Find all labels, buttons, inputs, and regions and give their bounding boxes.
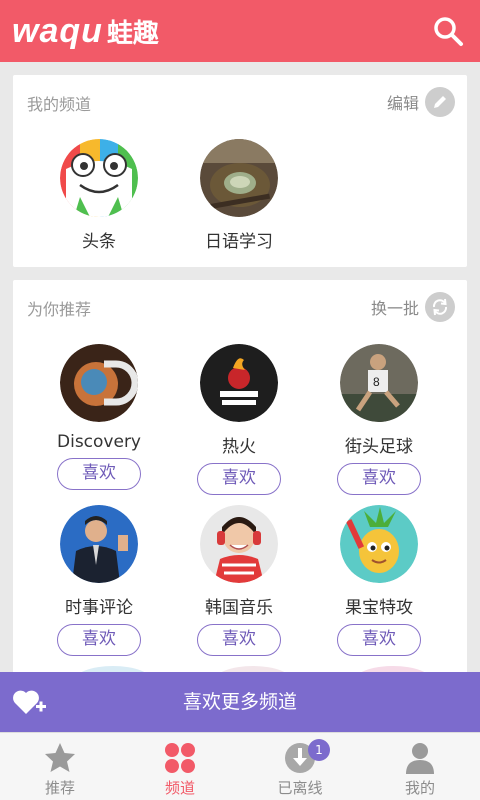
frog-logo-icon [60, 139, 138, 217]
miami-heat-logo-icon [200, 344, 278, 422]
refresh-icon [425, 292, 455, 322]
recommend-item[interactable]: 果宝特攻 喜欢 [309, 505, 449, 656]
channel-name: 街头足球 [345, 437, 413, 457]
top-bar: waqu 蛙趣 [0, 0, 480, 62]
nav-tab-recommend[interactable]: 推荐 [0, 733, 120, 800]
search-button[interactable] [432, 15, 464, 47]
star-icon [45, 743, 75, 772]
commentator-photo-icon [60, 505, 138, 583]
street-soccer-photo-icon: 8 [340, 344, 418, 422]
nav-tab-channels[interactable]: 频道 [120, 733, 240, 800]
channel-name: 韩国音乐 [205, 598, 273, 618]
recommend-item[interactable]: 热火 喜欢 [169, 344, 309, 495]
more-channels-label: 喜欢更多频道 [182, 691, 297, 713]
bottom-nav: 推荐 频道 1 已离线 我的 [0, 732, 480, 800]
search-icon [434, 17, 463, 46]
discovery-logo-icon [60, 344, 138, 422]
recommend-item[interactable]: 时事评论 喜欢 [29, 505, 169, 656]
person-icon [406, 743, 434, 774]
offline-count-badge: 1 [308, 739, 330, 761]
recommend-title: 为你推荐 [27, 300, 92, 319]
my-channels-title: 我的频道 [27, 95, 92, 114]
recommend-card: 为你推荐 换一批 Discovery 喜欢 热火 喜欢 8 街头足球 喜欢 时事… [13, 280, 467, 680]
more-channels-banner[interactable]: 喜欢更多频道 [0, 672, 480, 732]
channel-name: Discovery [57, 432, 141, 452]
channel-name: 果宝特攻 [345, 598, 413, 618]
recommend-item[interactable]: Discovery 喜欢 [29, 344, 169, 490]
channel-name: 头条 [82, 232, 116, 252]
like-button[interactable]: 喜欢 [57, 458, 141, 490]
nav-label: 频道 [164, 779, 195, 797]
nav-label: 已离线 [277, 779, 323, 797]
nav-label: 我的 [404, 779, 435, 797]
refresh-button[interactable]: 换一批 [371, 292, 455, 322]
channel-name: 时事评论 [65, 598, 133, 618]
refresh-label: 换一批 [370, 299, 419, 318]
edit-label: 编辑 [386, 94, 419, 113]
like-button[interactable]: 喜欢 [197, 463, 281, 495]
svg-text:8: 8 [373, 375, 380, 389]
nav-label: 推荐 [44, 779, 75, 797]
nav-tab-offline[interactable]: 1 已离线 [240, 733, 360, 800]
like-button[interactable]: 喜欢 [197, 624, 281, 656]
logo-text-en: waqu [12, 11, 103, 50]
channel-name: 日语学习 [205, 232, 273, 252]
grid-dots-icon [165, 743, 195, 773]
my-channels-card: 我的频道 编辑 头条 日语学习 [13, 75, 467, 267]
my-channel-item[interactable]: 日语学习 [169, 139, 309, 252]
tea-photo-icon [200, 139, 278, 217]
logo-text-cn: 蛙趣 [106, 18, 159, 49]
recommend-item[interactable]: 韩国音乐 喜欢 [169, 505, 309, 656]
cartoon-pineapple-icon [340, 505, 418, 583]
like-button[interactable]: 喜欢 [337, 463, 421, 495]
pencil-icon [425, 87, 455, 117]
my-channel-item[interactable]: 头条 [29, 139, 169, 252]
recommend-item[interactable]: 8 街头足球 喜欢 [309, 344, 449, 495]
edit-button[interactable]: 编辑 [387, 87, 455, 117]
app-logo: waqu 蛙趣 [12, 10, 159, 52]
channel-name: 热火 [222, 437, 256, 457]
girl-headphones-photo-icon [200, 505, 278, 583]
app-root: waqu 蛙趣 我的频道 编辑 头条 日语学习 为你推荐 换一批 Discove… [0, 0, 480, 800]
nav-tab-mine[interactable]: 我的 [360, 733, 480, 800]
like-button[interactable]: 喜欢 [57, 624, 141, 656]
like-button[interactable]: 喜欢 [337, 624, 421, 656]
